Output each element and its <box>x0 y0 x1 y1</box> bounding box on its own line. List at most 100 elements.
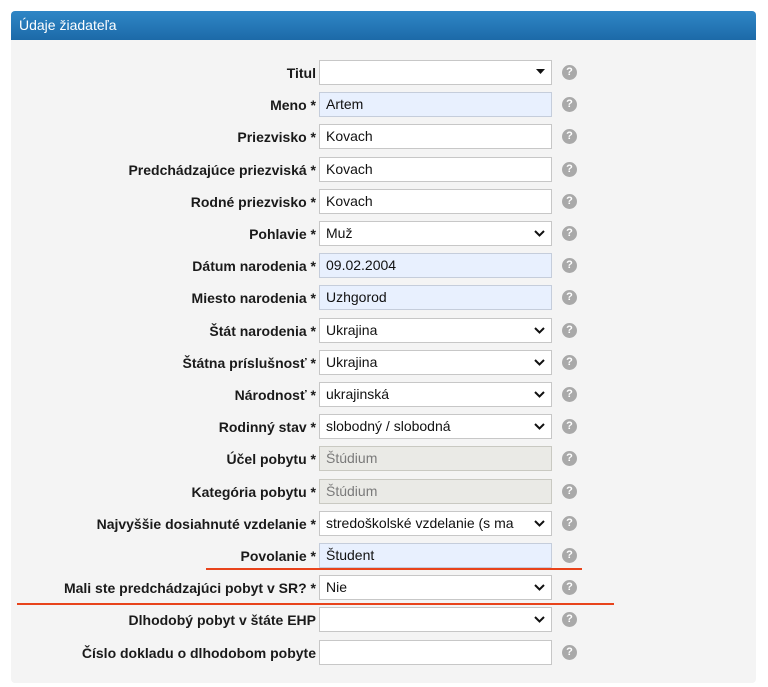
help-icon[interactable]: ? <box>562 484 577 499</box>
select-narodnost[interactable]: ukrajinská <box>319 382 552 407</box>
form-row-rodinny-stav: Rodinný stav * slobodný / slobodná? <box>11 412 756 442</box>
field-value: Ukrajina <box>326 354 378 370</box>
field-value: Uzhgorod <box>326 289 387 305</box>
field-label: Kategória pobytu * <box>191 484 316 500</box>
help-icon[interactable]: ? <box>562 451 577 466</box>
chevron-down-icon <box>534 222 545 245</box>
help-icon[interactable]: ? <box>562 323 577 338</box>
help-icon[interactable]: ? <box>562 226 577 241</box>
form-row-kategoria-pobytu: Kategória pobytu * Štúdium? <box>11 477 756 507</box>
help-icon[interactable]: ? <box>562 97 577 112</box>
form-row-pohlavie: Pohlavie * Muž? <box>11 219 756 249</box>
input-rodne-priezvisko[interactable]: Kovach <box>319 189 552 214</box>
form-row-povolanie: Povolanie * Študent? <box>11 541 756 571</box>
applicant-details-panel: Údaje žiadateľa Titul? Meno * Artem? Priezv… <box>11 11 756 683</box>
input-datum-narodenia[interactable]: 09.02.2004 <box>319 253 552 278</box>
field-label: Povolanie * <box>240 548 316 564</box>
help-icon[interactable]: ? <box>562 516 577 531</box>
field-label: Pohlavie * <box>249 226 316 242</box>
field-value: Kovach <box>326 128 373 144</box>
field-label: Dlhodobý pobyt v štáte EHP <box>128 612 316 628</box>
select-najvyssie-dosiahnute-vzdelanie[interactable]: stredoškolské vzdelanie (s ma <box>319 511 552 536</box>
chevron-down-icon <box>534 319 545 342</box>
help-icon[interactable]: ? <box>562 162 577 177</box>
form-row-meno: Meno * Artem? <box>11 90 756 120</box>
field-value: ukrajinská <box>326 386 390 402</box>
help-icon[interactable]: ? <box>562 129 577 144</box>
help-icon[interactable]: ? <box>562 580 577 595</box>
form-row-miesto-narodenia: Miesto narodenia * Uzhgorod? <box>11 283 756 313</box>
form-row-priezvisko: Priezvisko * Kovach? <box>11 122 756 152</box>
input-kategoria-pobytu: Štúdium <box>319 479 552 504</box>
field-value: Nie <box>326 579 348 595</box>
chevron-down-icon <box>534 415 545 438</box>
chevron-down-icon <box>534 512 545 535</box>
input-meno[interactable]: Artem <box>319 92 552 117</box>
select-mali-ste-predchadzajuci-pobyt-v-sr[interactable]: Nie <box>319 575 552 600</box>
form-row-mali-ste-predchadzajuci-pobyt-v-sr: Mali ste predchádzajúci pobyt v SR? * Nie… <box>11 573 756 603</box>
field-label: Rodinný stav * <box>218 419 316 435</box>
help-icon[interactable]: ? <box>562 258 577 273</box>
field-label: Číslo dokladu o dlhodobom pobyte <box>81 645 316 661</box>
form-row-cislo-dokladu-o-dlhodobom-pobyte: Číslo dokladu o dlhodobom pobyte? <box>11 638 756 668</box>
select-rodinny-stav[interactable]: slobodný / slobodná <box>319 414 552 439</box>
field-value: stredoškolské vzdelanie (s ma <box>326 515 514 531</box>
field-value: Artem <box>326 96 364 112</box>
highlight-underline-povolanie <box>206 568 582 570</box>
field-value: Štúdium <box>326 483 378 499</box>
field-label: Titul <box>286 65 316 81</box>
input-povolanie[interactable]: Študent <box>319 543 552 568</box>
form-row-rodne-priezvisko: Rodné priezvisko * Kovach? <box>11 187 756 217</box>
help-icon[interactable]: ? <box>562 290 577 305</box>
chevron-down-icon <box>534 351 545 374</box>
select-stat-narodenia[interactable]: Ukrajina <box>319 318 552 343</box>
form-row-predchadzajuce-priezviska: Predchádzajúce priezviská * Kovach? <box>11 155 756 185</box>
select-dlhodoby-pobyt-v-state-ehp[interactable] <box>319 607 552 632</box>
select-statna-prislusnost[interactable]: Ukrajina <box>319 350 552 375</box>
triangle-down-icon <box>536 61 545 84</box>
field-value: Muž <box>326 225 353 241</box>
help-icon[interactable]: ? <box>562 194 577 209</box>
field-label: Predchádzajúce priezviská * <box>128 162 316 178</box>
field-value: Kovach <box>326 193 373 209</box>
select-pohlavie[interactable]: Muž <box>319 221 552 246</box>
highlight-underline-predchadzajuci-pobyt <box>17 603 614 605</box>
field-label: Rodné priezvisko * <box>190 194 316 210</box>
input-predchadzajuce-priezviska[interactable]: Kovach <box>319 157 552 182</box>
input-miesto-narodenia[interactable]: Uzhgorod <box>319 285 552 310</box>
form-row-dlhodoby-pobyt-v-state-ehp: Dlhodobý pobyt v štáte EHP? <box>11 605 756 635</box>
field-label: Miesto narodenia * <box>191 290 316 306</box>
field-value: 09.02.2004 <box>326 257 397 273</box>
chevron-down-icon <box>534 383 545 406</box>
field-label: Účel pobytu * <box>226 451 316 467</box>
input-cislo-dokladu-o-dlhodobom-pobyte[interactable] <box>319 640 552 665</box>
form-row-titul: Titul? <box>11 58 756 88</box>
select-titul[interactable] <box>319 60 552 85</box>
form-row-ucel-pobytu: Účel pobytu * Štúdium? <box>11 444 756 474</box>
field-label: Priezvisko * <box>237 129 316 145</box>
field-value: Štúdium <box>326 450 378 466</box>
field-label: Mali ste predchádzajúci pobyt v SR? * <box>63 580 316 596</box>
chevron-down-icon <box>534 576 545 599</box>
input-priezvisko[interactable]: Kovach <box>319 124 552 149</box>
field-value: Kovach <box>326 161 373 177</box>
help-icon[interactable]: ? <box>562 419 577 434</box>
field-label: Národnosť * <box>234 387 316 403</box>
input-ucel-pobytu: Štúdium <box>319 446 552 471</box>
help-icon[interactable]: ? <box>562 548 577 563</box>
field-label: Najvyššie dosiahnuté vzdelanie * <box>96 516 316 532</box>
panel-header: Údaje žiadateľa <box>11 11 756 40</box>
field-label: Štát narodenia * <box>209 323 316 339</box>
help-icon[interactable]: ? <box>562 387 577 402</box>
form-row-statna-prislusnost: Štátna príslušnosť * Ukrajina? <box>11 348 756 378</box>
chevron-down-icon <box>534 608 545 631</box>
field-value: Študent <box>326 547 375 563</box>
help-icon[interactable]: ? <box>562 65 577 80</box>
help-icon[interactable]: ? <box>562 612 577 627</box>
field-label: Dátum narodenia * <box>192 258 316 274</box>
help-icon[interactable]: ? <box>562 645 577 660</box>
form-row-stat-narodenia: Štát narodenia * Ukrajina? <box>11 316 756 346</box>
field-label: Meno * <box>270 97 316 113</box>
help-icon[interactable]: ? <box>562 355 577 370</box>
field-value: slobodný / slobodná <box>326 418 451 434</box>
